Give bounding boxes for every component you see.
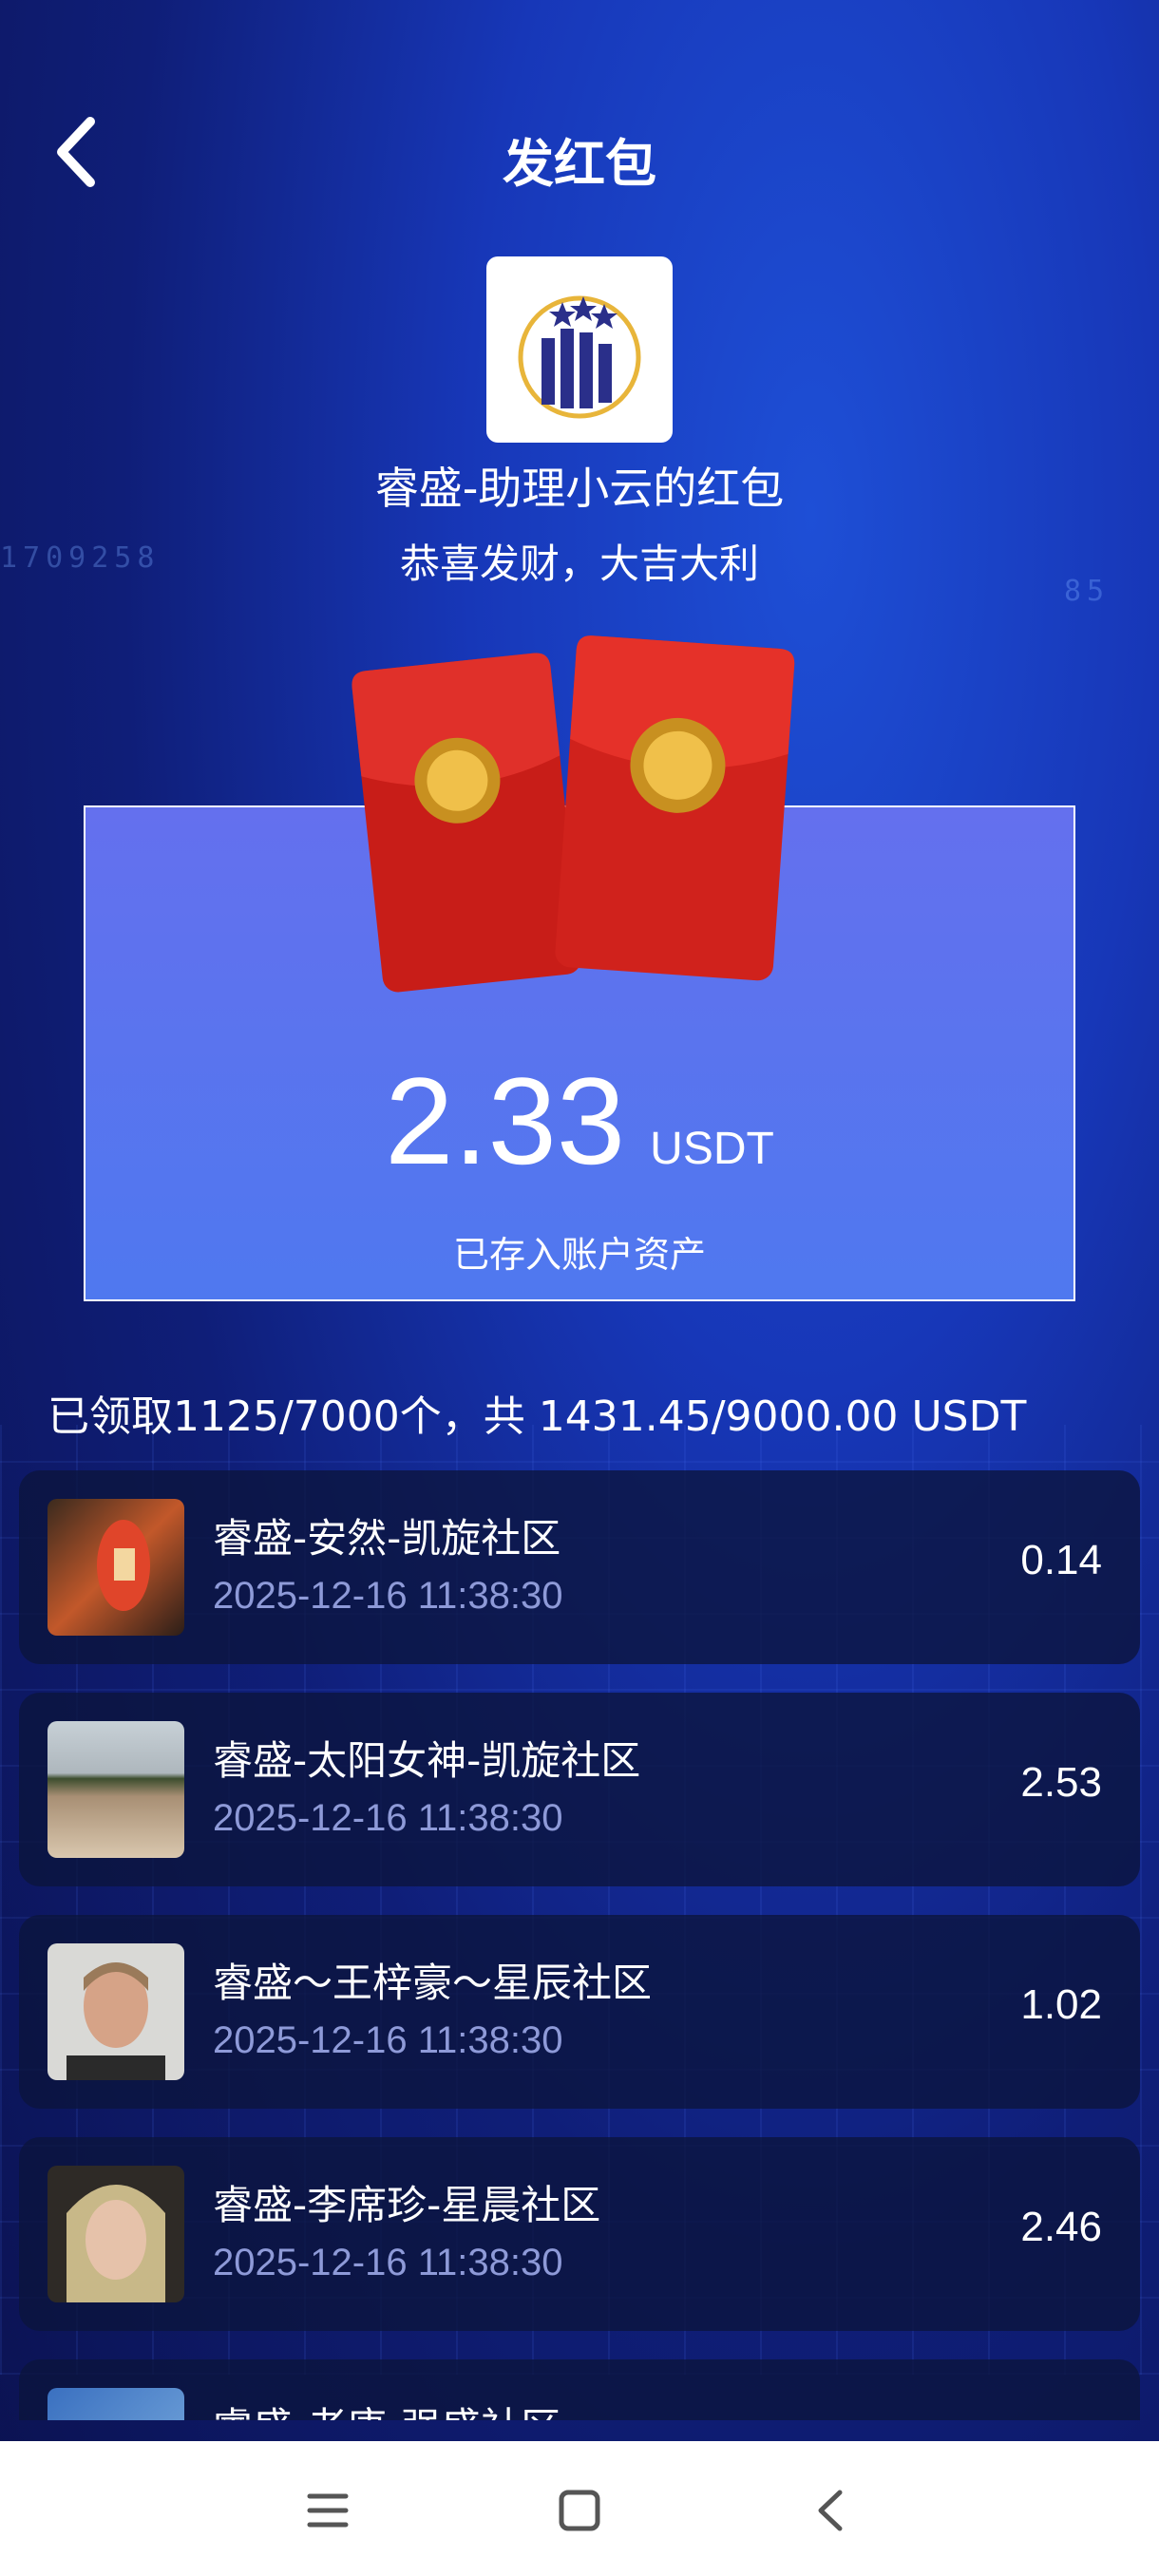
record-time: 2025-12-16 11:38:30	[213, 2242, 563, 2283]
amount-unit: USDT	[650, 1124, 774, 1174]
menu-icon	[307, 2493, 349, 2528]
list-item[interactable]: 睿盛-老唐-强盛社区	[19, 2359, 1140, 2420]
record-name: 睿盛-安然-凯旋社区	[213, 1515, 561, 1562]
avatar	[48, 2166, 184, 2302]
red-envelope-icon	[352, 635, 795, 993]
nav-back-button[interactable]	[798, 2477, 864, 2544]
record-time: 2025-12-16 11:38:30	[213, 1797, 563, 1839]
list-item[interactable]: 睿盛～王梓豪～星辰社区 2025-12-16 11:38:30 1.02	[19, 1915, 1140, 2109]
square-icon	[559, 2490, 600, 2531]
header: 发红包	[0, 104, 1159, 199]
system-nav-bar	[0, 2441, 1159, 2576]
amount-value: 2.33	[385, 1051, 626, 1190]
record-amount: 2.46	[1020, 2204, 1102, 2250]
amount-display: 2.33 USDT	[0, 1050, 1159, 1192]
greeting-text: 恭喜发财，大吉大利	[399, 540, 759, 587]
record-name: 睿盛-太阳女神-凯旋社区	[213, 1737, 641, 1784]
record-name: 睿盛-李席珍-星晨社区	[213, 2182, 601, 2228]
recent-apps-button[interactable]	[294, 2477, 361, 2544]
sender-logo	[486, 256, 673, 443]
avatar	[48, 1721, 184, 1858]
record-time: 2025-12-16 11:38:30	[213, 2019, 563, 2061]
avatar	[48, 2388, 184, 2420]
page-title: 发红包	[503, 134, 656, 194]
brand-logo-icon	[518, 295, 641, 419]
record-amount: 2.53	[1020, 1759, 1102, 1806]
stored-note: 已存入账户资产	[452, 1234, 706, 1276]
record-time: 2025-12-16 11:38:30	[213, 1575, 563, 1617]
record-amount: 1.02	[1020, 1981, 1102, 2028]
avatar	[48, 1943, 184, 2080]
list-item[interactable]: 睿盛-安然-凯旋社区 2025-12-16 11:38:30 0.14	[19, 1470, 1140, 1664]
record-name: 睿盛～王梓豪～星辰社区	[213, 1960, 653, 2006]
avatar	[48, 1499, 184, 1636]
home-button[interactable]	[546, 2477, 613, 2544]
sender-name: 睿盛-助理小云的红包	[374, 463, 785, 514]
record-name: 睿盛-老唐-强盛社区	[213, 2396, 560, 2420]
claim-list[interactable]: 睿盛-安然-凯旋社区 2025-12-16 11:38:30 0.14 睿盛-太…	[19, 1470, 1140, 2420]
chevron-left-icon	[818, 2490, 843, 2531]
record-amount: 0.14	[1020, 1537, 1102, 1583]
claim-summary: 已领取1125/7000个，共 1431.45/9000.00 USDT	[48, 1392, 1027, 1441]
list-item[interactable]: 睿盛-太阳女神-凯旋社区 2025-12-16 11:38:30 2.53	[19, 1693, 1140, 1886]
list-item[interactable]: 睿盛-李席珍-星晨社区 2025-12-16 11:38:30 2.46	[19, 2137, 1140, 2331]
